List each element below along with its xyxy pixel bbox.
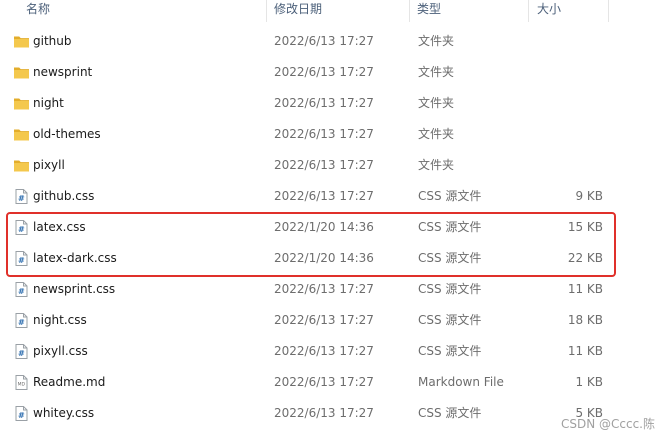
file-date: 2022/6/13 17:27 (274, 34, 374, 48)
file-type: CSS 源文件 (418, 189, 482, 203)
file-date: 2022/1/20 14:36 (274, 251, 374, 265)
svg-text:#: # (18, 411, 25, 420)
file-name: night (33, 96, 64, 110)
column-header-bar: 名称 修改日期 类型 大小 (0, 0, 669, 22)
svg-text:#: # (18, 349, 25, 358)
file-size: 18 KB (567, 313, 603, 327)
column-header-size[interactable]: 大小 (531, 0, 607, 22)
css-file-icon: # (13, 343, 30, 360)
file-type: Markdown File (418, 375, 504, 389)
file-name: newsprint.css (33, 282, 116, 296)
file-row[interactable]: # newsprint.css 2022/6/13 17:27 CSS 源文件 11 K… (0, 274, 669, 305)
column-divider[interactable] (409, 0, 410, 22)
file-type: 文件夹 (418, 96, 455, 110)
file-row[interactable]: MD Readme.md 2022/6/13 17:27 Markdown File 1… (0, 367, 669, 398)
file-date: 2022/6/13 17:27 (274, 375, 374, 389)
svg-text:#: # (18, 256, 25, 265)
file-row[interactable]: old-themes 2022/6/13 17:27 文件夹 (0, 119, 669, 150)
file-size (536, 88, 603, 119)
file-size (536, 57, 603, 88)
column-header-date[interactable]: 修改日期 (268, 0, 408, 22)
file-name: pixyll.css (33, 344, 88, 358)
file-name: old-themes (33, 127, 101, 141)
css-file-icon: # (13, 281, 30, 298)
folder-icon (13, 157, 30, 174)
file-size (536, 119, 603, 150)
file-type: 文件夹 (418, 34, 455, 48)
css-file-icon: # (13, 219, 30, 236)
column-header-type[interactable]: 类型 (411, 0, 527, 22)
file-size: 15 KB (567, 220, 603, 234)
file-date: 2022/6/13 17:27 (274, 96, 374, 110)
css-file-icon: # (13, 250, 30, 267)
file-size (536, 26, 603, 57)
file-date: 2022/6/13 17:27 (274, 65, 374, 79)
file-date: 2022/6/13 17:27 (274, 406, 374, 420)
folder-icon (13, 33, 30, 50)
file-name: latex-dark.css (33, 251, 117, 265)
svg-text:MD: MD (18, 382, 26, 388)
file-type: CSS 源文件 (418, 313, 482, 327)
file-date: 2022/6/13 17:27 (274, 127, 374, 141)
css-file-icon: # (13, 405, 30, 422)
file-type: CSS 源文件 (418, 344, 482, 358)
file-name: github.css (33, 189, 95, 203)
file-date: 2022/6/13 17:27 (274, 158, 374, 172)
file-name: Readme.md (33, 375, 106, 389)
column-divider[interactable] (266, 0, 267, 22)
file-date: 2022/1/20 14:36 (274, 220, 374, 234)
file-row[interactable]: # night.css 2022/6/13 17:27 CSS 源文件 18 KB (0, 305, 669, 336)
file-size (536, 150, 603, 181)
svg-text:#: # (18, 287, 25, 296)
file-date: 2022/6/13 17:27 (274, 282, 374, 296)
column-divider[interactable] (528, 0, 529, 22)
file-row[interactable]: # latex-dark.css 2022/1/20 14:36 CSS 源文件 22 … (0, 243, 669, 274)
svg-text:#: # (18, 194, 25, 203)
file-size: 11 KB (567, 344, 603, 358)
file-name: latex.css (33, 220, 86, 234)
file-type: 文件夹 (418, 127, 455, 141)
file-date: 2022/6/13 17:27 (274, 189, 374, 203)
markdown-file-icon: MD (13, 374, 30, 391)
watermark: CSDN @Cccc.陈 (560, 417, 655, 431)
folder-icon (13, 64, 30, 81)
file-name: night.css (33, 313, 87, 327)
svg-text:#: # (18, 225, 25, 234)
column-header-name[interactable]: 名称 (20, 0, 266, 22)
file-row[interactable]: night 2022/6/13 17:27 文件夹 (0, 88, 669, 119)
file-type: 文件夹 (418, 158, 455, 172)
file-name: github (33, 34, 72, 48)
file-row[interactable]: github 2022/6/13 17:27 文件夹 (0, 26, 669, 57)
file-row[interactable]: # github.css 2022/6/13 17:27 CSS 源文件 9 KB (0, 181, 669, 212)
file-size: 22 KB (567, 251, 603, 265)
file-date: 2022/6/13 17:27 (274, 313, 374, 327)
folder-icon (13, 126, 30, 143)
file-row[interactable]: pixyll 2022/6/13 17:27 文件夹 (0, 150, 669, 181)
column-divider[interactable] (608, 0, 609, 22)
file-name: newsprint (33, 65, 93, 79)
file-date: 2022/6/13 17:27 (274, 344, 374, 358)
folder-icon (13, 95, 30, 112)
file-size: 9 KB (575, 189, 603, 203)
file-type: 文件夹 (418, 65, 455, 79)
file-type: CSS 源文件 (418, 282, 482, 296)
file-type: CSS 源文件 (418, 406, 482, 420)
file-name: pixyll (33, 158, 65, 172)
file-row[interactable]: # pixyll.css 2022/6/13 17:27 CSS 源文件 11 KB (0, 336, 669, 367)
svg-text:#: # (18, 318, 25, 327)
file-row[interactable]: # latex.css 2022/1/20 14:36 CSS 源文件 15 KB (0, 212, 669, 243)
file-size: 11 KB (567, 282, 603, 296)
file-type: CSS 源文件 (418, 251, 482, 265)
file-row[interactable]: newsprint 2022/6/13 17:27 文件夹 (0, 57, 669, 88)
file-type: CSS 源文件 (418, 220, 482, 234)
file-name: whitey.css (33, 406, 95, 420)
css-file-icon: # (13, 188, 30, 205)
file-size: 1 KB (575, 375, 603, 389)
css-file-icon: # (13, 312, 30, 329)
